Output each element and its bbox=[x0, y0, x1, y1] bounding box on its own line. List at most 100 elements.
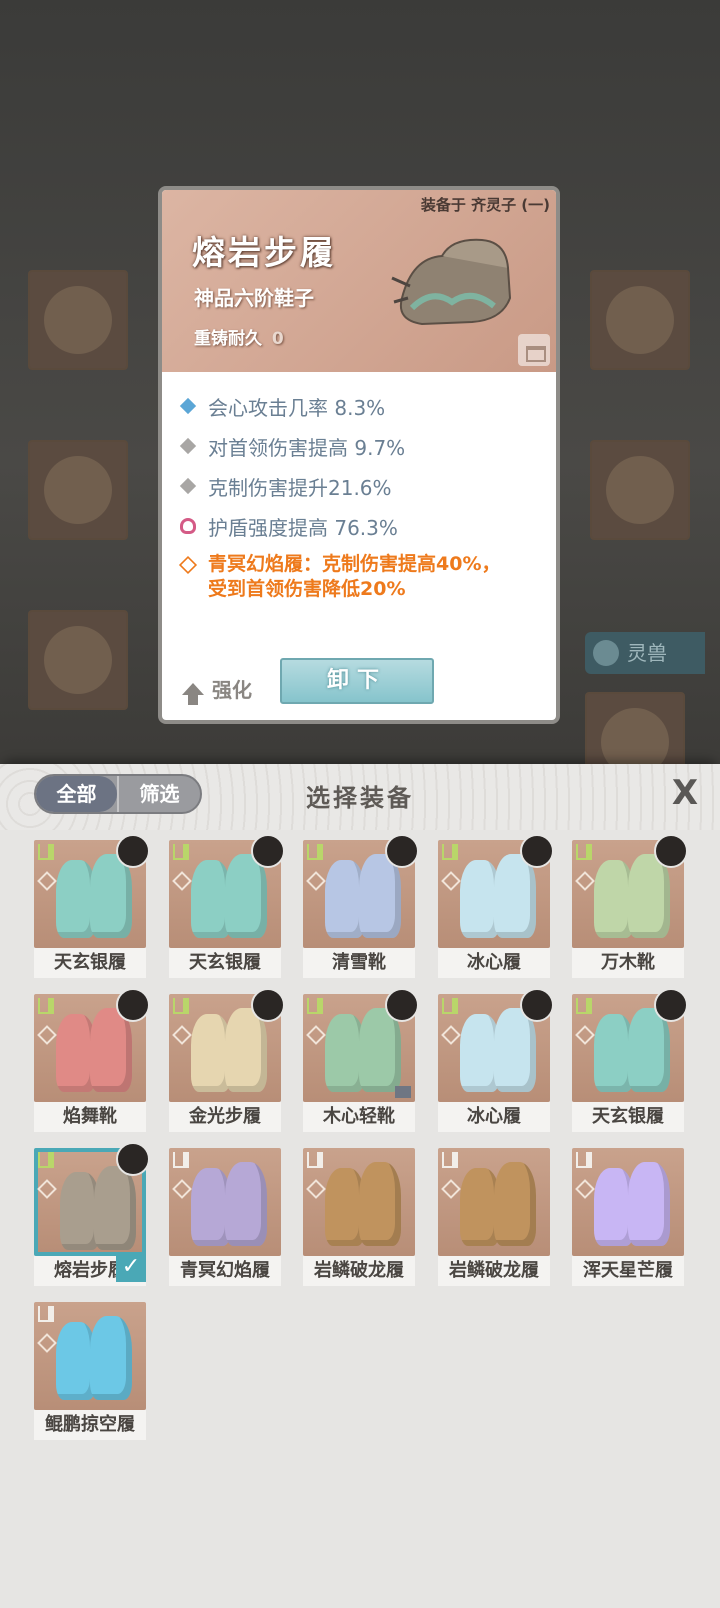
equipment-name: 岩鳞破龙履 bbox=[438, 1256, 550, 1286]
diamond-grey-icon bbox=[179, 437, 197, 455]
equipment-slot[interactable]: 熔岩步履 ✓ bbox=[34, 1142, 150, 1288]
boot-type-icon bbox=[38, 998, 54, 1014]
boot-type-icon bbox=[173, 844, 189, 860]
equipment-slot[interactable]: 焰舞靴 bbox=[34, 988, 150, 1134]
equipment-slot[interactable]: 冰心履 bbox=[438, 988, 554, 1134]
close-button[interactable]: X bbox=[668, 776, 702, 810]
equipment-name: 金光步履 bbox=[169, 1102, 281, 1132]
stat-row: 会心攻击几率 8.3% bbox=[179, 386, 556, 426]
equipment-name: 焰舞靴 bbox=[34, 1102, 146, 1132]
avatar bbox=[116, 834, 150, 868]
set-bonus-line1: 青冥幻焰履：克制伤害提高40%， bbox=[208, 553, 501, 575]
spirit-beast-tab-label: 灵兽 bbox=[627, 641, 667, 665]
bg-equip-slot bbox=[590, 440, 690, 540]
equipment-slot[interactable]: 清雪靴 bbox=[303, 834, 419, 980]
equipment-slot[interactable]: 浑天星芒履 bbox=[572, 1148, 684, 1288]
boot-type-icon bbox=[38, 1152, 54, 1168]
upgrade-button[interactable]: 强化 bbox=[182, 674, 252, 705]
stat-text: 对首领伤害提高 9.7% bbox=[208, 435, 406, 460]
boot-type-icon bbox=[173, 998, 189, 1014]
unequip-button[interactable]: 卸下 bbox=[280, 658, 434, 704]
avatar bbox=[520, 988, 554, 1022]
equipment-slot[interactable]: 鲲鹏掠空履 bbox=[34, 1302, 146, 1442]
equipment-name: 万木靴 bbox=[572, 948, 684, 978]
equipment-name: 天玄银履 bbox=[169, 948, 281, 978]
arrow-up-icon bbox=[182, 682, 204, 705]
shield-pink-icon bbox=[180, 518, 196, 534]
spirit-beast-icon bbox=[593, 640, 619, 666]
boot-type-icon bbox=[576, 844, 592, 860]
panel-title: 选择装备 bbox=[306, 784, 414, 812]
diamond-grey-icon bbox=[179, 477, 197, 495]
bg-equip-slot bbox=[590, 270, 690, 370]
stat-row: 克制伤害提升21.6% bbox=[179, 466, 556, 506]
set-bonus-row: 青冥幻焰履：克制伤害提高40%， 受到首领伤害降低20% bbox=[178, 552, 556, 602]
equipment-name: 鲲鹏掠空履 bbox=[34, 1410, 146, 1440]
avatar bbox=[520, 834, 554, 868]
item-type: 神品六阶鞋子 bbox=[194, 286, 314, 310]
equipped-by-label: 装备于 齐灵子 (一) bbox=[420, 196, 550, 214]
durability: 重铸耐久 0 bbox=[194, 324, 284, 349]
equipment-slot[interactable]: 冰心履 bbox=[438, 834, 554, 980]
card-actions: 强化 卸下 bbox=[162, 658, 556, 710]
checkmark-icon: ✓ bbox=[116, 1252, 146, 1282]
equipment-name: 青冥幻焰履 bbox=[169, 1256, 281, 1286]
bg-equip-slot bbox=[28, 270, 128, 370]
avatar bbox=[251, 834, 285, 868]
stat-text: 会心攻击几率 8.3% bbox=[208, 395, 386, 420]
lock-icon bbox=[395, 1086, 411, 1098]
boot-type-icon bbox=[38, 844, 54, 860]
equipment-slot[interactable]: 天玄银履 bbox=[34, 834, 150, 980]
equipment-name: 清雪靴 bbox=[303, 948, 415, 978]
boot-type-icon bbox=[576, 998, 592, 1014]
equipment-name: 岩鳞破龙履 bbox=[303, 1256, 415, 1286]
item-name: 熔岩步履 bbox=[192, 233, 336, 272]
stats-list: 会心攻击几率 8.3% 对首领伤害提高 9.7% 克制伤害提升21.6% 护盾强… bbox=[162, 372, 556, 602]
equipment-slot[interactable]: 岩鳞破龙履 bbox=[303, 1148, 415, 1288]
avatar bbox=[116, 1142, 150, 1176]
avatar bbox=[654, 834, 688, 868]
equipment-slot[interactable]: 岩鳞破龙履 bbox=[438, 1148, 550, 1288]
equipment-name: 冰心履 bbox=[438, 1102, 550, 1132]
durability-label: 重铸耐久 bbox=[194, 329, 262, 349]
equipment-name: 木心轻靴 bbox=[303, 1102, 415, 1132]
equipment-name: 天玄银履 bbox=[34, 948, 146, 978]
equipment-slot[interactable]: 青冥幻焰履 bbox=[169, 1148, 281, 1288]
spirit-beast-tab: 灵兽 bbox=[585, 632, 705, 674]
avatar bbox=[654, 988, 688, 1022]
equipment-slot[interactable]: 天玄银履 bbox=[572, 988, 688, 1134]
equipment-slot[interactable]: 金光步履 bbox=[169, 988, 285, 1134]
boot-type-icon bbox=[576, 1152, 592, 1168]
equipment-slot[interactable]: 万木靴 bbox=[572, 834, 688, 980]
equipment-slot[interactable]: 木心轻靴 bbox=[303, 988, 419, 1134]
item-card-header: 装备于 齐灵子 (一) 熔岩步履 神品六阶鞋子 重铸耐久 0 bbox=[162, 190, 556, 372]
boot-type-icon bbox=[442, 1152, 458, 1168]
equipment-name: 冰心履 bbox=[438, 948, 550, 978]
lava-boots-image bbox=[391, 238, 512, 326]
boot-type-icon bbox=[307, 844, 323, 860]
boot-type-icon bbox=[307, 998, 323, 1014]
durability-value: 0 bbox=[271, 329, 284, 349]
avatar bbox=[385, 988, 419, 1022]
boot-type-icon bbox=[442, 844, 458, 860]
avatar bbox=[251, 988, 285, 1022]
boot-type-icon bbox=[307, 1152, 323, 1168]
stat-row: 护盾强度提高 76.3% bbox=[180, 506, 556, 546]
equipment-slot[interactable]: 天玄银履 bbox=[169, 834, 285, 980]
upgrade-label: 强化 bbox=[212, 678, 252, 702]
item-detail-card: 装备于 齐灵子 (一) 熔岩步履 神品六阶鞋子 重铸耐久 0 会心攻击几率 8.… bbox=[158, 186, 560, 724]
avatar bbox=[116, 988, 150, 1022]
boot-type-icon bbox=[38, 1306, 54, 1322]
stat-text: 克制伤害提升21.6% bbox=[208, 475, 392, 500]
set-bonus-line2: 受到首领伤害降低20% bbox=[208, 578, 406, 600]
diamond-blue-icon bbox=[179, 397, 197, 415]
equipment-name: 天玄银履 bbox=[572, 1102, 684, 1132]
equipment-name: 浑天星芒履 bbox=[572, 1256, 684, 1286]
bg-equip-slot bbox=[28, 440, 128, 540]
equipment-select-panel: 全部 筛选 选择装备 X 天玄银履 天玄银履 清雪靴 冰心履 万木靴 焰舞靴 金光步履 木心轻… bbox=[0, 764, 720, 1608]
bg-equip-slot bbox=[28, 610, 128, 710]
stat-row: 对首领伤害提高 9.7% bbox=[179, 426, 556, 466]
boot-type-icon bbox=[442, 998, 458, 1014]
lock-button[interactable] bbox=[518, 334, 550, 366]
stat-text: 护盾强度提高 76.3% bbox=[208, 515, 398, 540]
